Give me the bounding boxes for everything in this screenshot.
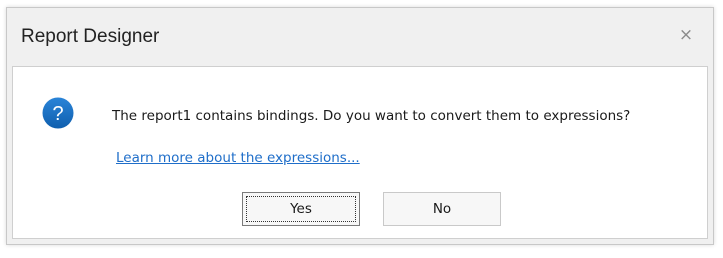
dialog-title: Report Designer <box>21 26 160 47</box>
title-bar: Report Designer × <box>7 8 713 66</box>
yes-button[interactable]: Yes <box>242 192 360 226</box>
message-text: The report1 contains bindings. Do you wa… <box>112 108 631 124</box>
svg-text:?: ? <box>52 103 63 125</box>
learn-more-link[interactable]: Learn more about the expressions... <box>116 150 360 166</box>
no-button[interactable]: No <box>383 192 501 226</box>
yes-button-label: Yes <box>290 201 312 217</box>
close-button[interactable]: × <box>673 22 699 48</box>
question-icon: ? <box>42 97 74 129</box>
no-button-label: No <box>432 201 452 217</box>
report-designer-dialog: Report Designer × ? The report1 contains… <box>6 7 714 245</box>
message-panel: ? The report1 contains bindings. Do you … <box>12 66 708 239</box>
close-icon: × <box>678 25 694 45</box>
